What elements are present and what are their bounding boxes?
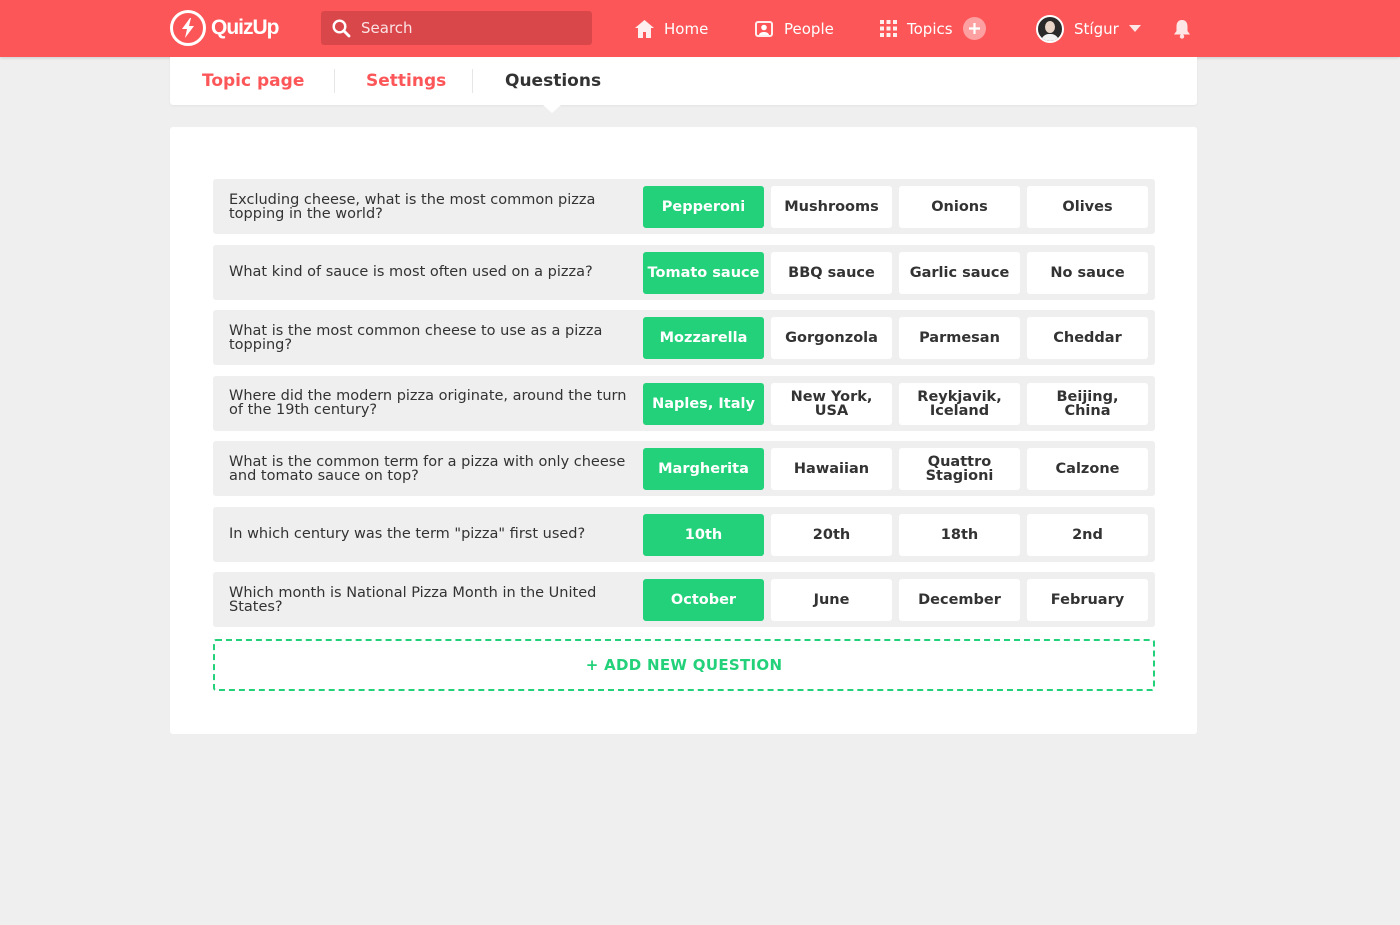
correct-answer[interactable]: Pepperoni	[643, 186, 764, 228]
wrong-answer[interactable]: 2nd	[1027, 513, 1148, 556]
top-navbar: QuizUp Home People Topics	[0, 0, 1400, 57]
question-text: What is the most common cheese to use as…	[229, 322, 603, 353]
question-text: Where did the modern pizza originate, ar…	[229, 388, 627, 418]
home-icon	[635, 19, 654, 38]
tab-settings[interactable]: Settings	[366, 57, 446, 105]
nav-people[interactable]: People	[754, 0, 834, 57]
wrong-answer[interactable]: 20th	[771, 513, 892, 556]
lightning-icon	[170, 10, 206, 46]
tabs-bar: Topic page Settings Questions	[170, 57, 1197, 105]
wrong-answer[interactable]: Beijing, China	[1027, 382, 1148, 425]
question-text: What is the common term for a pizza with…	[229, 453, 626, 484]
question-row[interactable]: What is the most common cheese to use as…	[213, 310, 1155, 365]
question-text: What kind of sauce is most often used on…	[229, 264, 593, 280]
question-row[interactable]: In which century was the term "pizza" fi…	[213, 506, 1155, 562]
wrong-answer[interactable]: Parmesan	[899, 317, 1020, 359]
user-menu[interactable]: Stígur	[1036, 0, 1141, 57]
nav-topics[interactable]: Topics	[880, 0, 986, 57]
question-row[interactable]: Where did the modern pizza originate, ar…	[213, 375, 1155, 431]
question-row[interactable]: Excluding cheese, what is the most commo…	[213, 179, 1155, 234]
nav-home-label: Home	[664, 19, 709, 38]
tab-divider	[472, 69, 473, 93]
wrong-answer[interactable]: February	[1027, 579, 1148, 621]
notifications-button[interactable]	[1172, 0, 1192, 57]
question-text: In which century was the term "pizza" fi…	[229, 526, 586, 542]
nav-people-label: People	[784, 19, 834, 38]
add-new-question-button[interactable]: + ADD NEW QUESTION	[213, 639, 1155, 691]
correct-answer[interactable]: Margherita	[643, 448, 764, 490]
tab-divider	[334, 69, 335, 93]
correct-answer[interactable]: October	[643, 579, 764, 621]
wrong-answer[interactable]: Onions	[899, 186, 1020, 228]
question-row[interactable]: What kind of sauce is most often used on…	[213, 244, 1155, 300]
wrong-answer[interactable]: December	[899, 579, 1020, 621]
wrong-answer[interactable]: Mushrooms	[771, 186, 892, 228]
add-topic-plus-icon[interactable]	[962, 17, 986, 40]
search-input[interactable]	[361, 19, 581, 37]
wrong-answer[interactable]: 18th	[899, 513, 1020, 556]
avatar	[1036, 14, 1064, 43]
correct-answer[interactable]: Mozzarella	[643, 317, 764, 359]
correct-answer[interactable]: Naples, Italy	[643, 382, 764, 425]
wrong-answer[interactable]: New York, USA	[771, 382, 892, 425]
wrong-answer[interactable]: June	[771, 579, 892, 621]
nav-topics-label: Topics	[907, 19, 953, 38]
bell-icon	[1172, 19, 1192, 39]
wrong-answer[interactable]: Olives	[1027, 186, 1148, 228]
question-text: Which month is National Pizza Month in t…	[229, 584, 597, 615]
question-row[interactable]: What is the common term for a pizza with…	[213, 441, 1155, 496]
wrong-answer[interactable]: BBQ sauce	[771, 251, 892, 294]
correct-answer[interactable]: Tomato sauce	[643, 251, 764, 294]
wrong-answer[interactable]: No sauce	[1027, 251, 1148, 294]
search-box[interactable]	[321, 11, 592, 45]
correct-answer[interactable]: 10th	[643, 513, 764, 556]
question-row[interactable]: Which month is National Pizza Month in t…	[213, 572, 1155, 627]
nav-home[interactable]: Home	[635, 0, 708, 57]
tab-questions[interactable]: Questions	[505, 57, 601, 105]
chevron-down-icon	[1128, 24, 1141, 33]
user-name: Stígur	[1074, 19, 1119, 38]
quizup-logo[interactable]: QuizUp	[170, 10, 279, 46]
wrong-answer[interactable]: Cheddar	[1027, 317, 1148, 359]
wrong-answer[interactable]: Garlic sauce	[899, 251, 1020, 294]
logo-text: QuizUp	[211, 16, 279, 39]
wrong-answer[interactable]: Reykjavik, Iceland	[899, 382, 1020, 425]
tab-topic-page[interactable]: Topic page	[202, 57, 304, 105]
people-icon	[754, 20, 774, 38]
active-tab-indicator	[543, 105, 561, 113]
wrong-answer[interactable]: Gorgonzola	[771, 317, 892, 359]
wrong-answer[interactable]: Calzone	[1027, 448, 1148, 490]
question-text: Excluding cheese, what is the most commo…	[229, 191, 596, 222]
questions-panel: Excluding cheese, what is the most commo…	[170, 127, 1197, 734]
search-icon	[332, 18, 351, 38]
wrong-answer[interactable]: Quattro Stagioni	[899, 448, 1020, 490]
wrong-answer[interactable]: Hawaiian	[771, 448, 892, 490]
grid-icon	[880, 20, 897, 37]
